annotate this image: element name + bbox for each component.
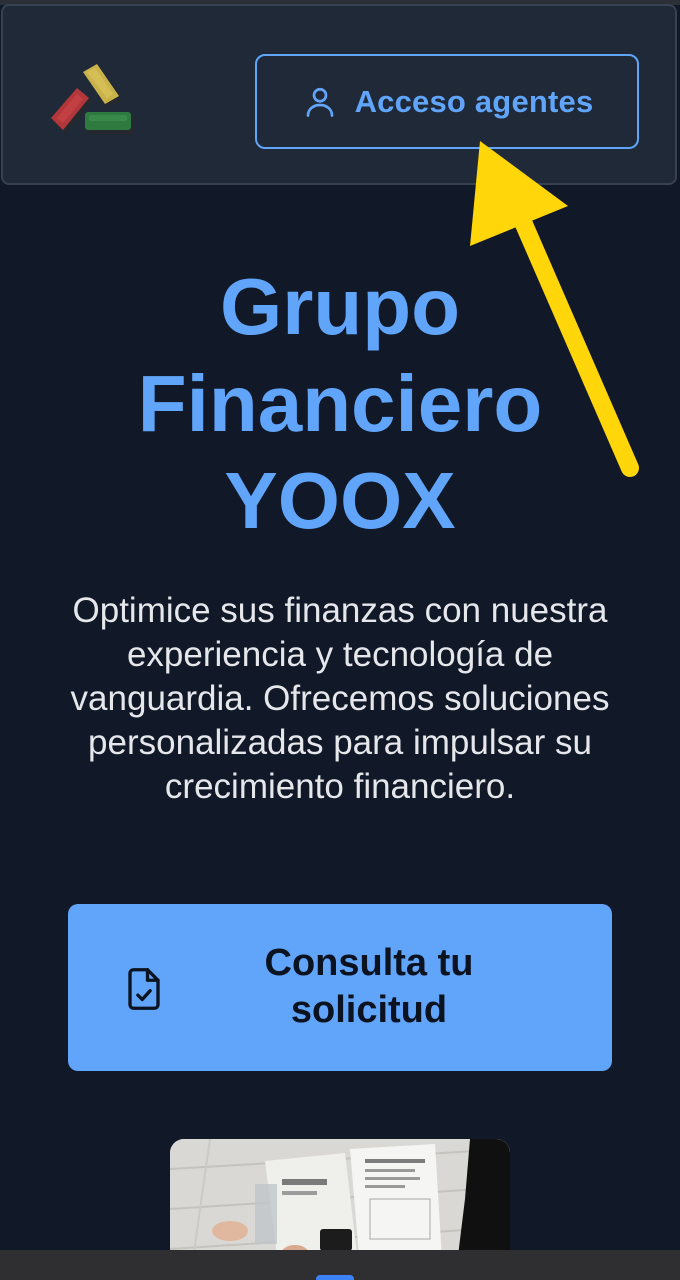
cta-label-line: solicitud <box>290 989 448 1031</box>
hero-title-line: Financiero <box>137 359 543 448</box>
agent-access-label: Acceso agentes <box>354 83 594 119</box>
site-header: Acceso agentes <box>1 4 677 185</box>
hero-description: Optimice sus finanzas con nuestra experi… <box>70 591 610 806</box>
cta-label-line: Consulta tu <box>264 942 474 984</box>
hero-title-line: YOOX <box>224 456 456 545</box>
brand-logo-icon[interactable] <box>47 60 137 138</box>
user-icon <box>301 83 339 121</box>
page: Acceso agentes Grupo Financiero YOOX Opt… <box>0 0 680 1280</box>
document-check-icon <box>123 966 165 1012</box>
check-application-label: Consulta tu solicitud <box>218 940 520 1034</box>
hero-title-line: Grupo <box>220 262 460 351</box>
bottom-navigation-bar <box>0 1250 680 1280</box>
hero-title: Grupo Financiero YOOX <box>0 258 680 549</box>
check-application-button[interactable]: Consulta tu solicitud <box>68 904 612 1071</box>
agent-access-button[interactable]: Acceso agentes <box>255 54 639 149</box>
app-icon[interactable] <box>316 1275 354 1280</box>
